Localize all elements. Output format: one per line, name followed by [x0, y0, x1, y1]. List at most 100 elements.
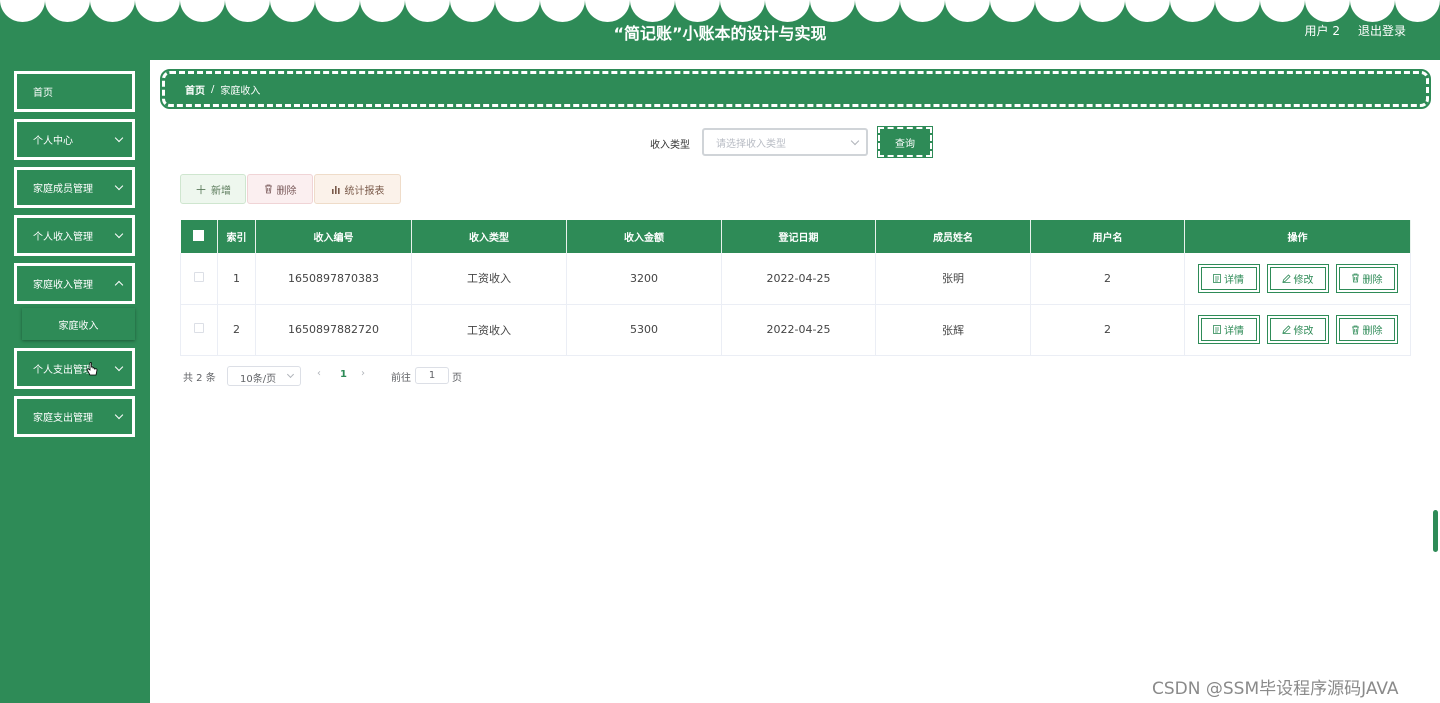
header-income-amount: 收入金额: [566, 220, 722, 253]
sidebar-item-label: 个人收入管理: [33, 232, 93, 243]
edit-button[interactable]: 修改: [1266, 315, 1329, 344]
delete-label: 删除: [1362, 326, 1383, 337]
sidebar-item-family-income-mgmt[interactable]: 家庭收入管理: [14, 263, 135, 304]
delete-button[interactable]: 删除: [1335, 263, 1398, 293]
header-scallop: [90, 0, 135, 22]
delete-button[interactable]: 删除: [1335, 315, 1398, 344]
header-scallop: [900, 0, 945, 22]
scroll-indicator[interactable]: [1433, 510, 1438, 552]
header-scallop: [225, 0, 270, 22]
stats-report-button[interactable]: 统计报表: [314, 174, 401, 204]
chevron-down-icon: [114, 362, 124, 372]
next-page-button[interactable]: ›: [361, 368, 365, 379]
pencil-icon: [1281, 274, 1291, 283]
header-scallop: [1170, 0, 1215, 22]
chevron-up-icon: [114, 280, 124, 290]
stats-button-label: 统计报表: [344, 185, 385, 197]
income-type-select[interactable]: 请选择收入类型: [702, 128, 868, 156]
cell-income-type: 工资收入: [411, 304, 567, 356]
header-income-code: 收入编号: [255, 220, 412, 253]
row-select-cell: [180, 253, 218, 305]
detail-label: 详情: [1224, 326, 1244, 337]
header-scallop: [720, 0, 765, 22]
header-scallop: [1350, 0, 1395, 22]
header-scallop: [495, 0, 540, 22]
sidebar-item-personal-expense-mgmt[interactable]: 个人支出管理: [14, 348, 135, 389]
header-scallop: [180, 0, 225, 22]
pencil-icon: [1281, 325, 1291, 334]
query-button[interactable]: 查询: [877, 126, 933, 158]
sidebar-item-label: 个人支出管理: [33, 365, 93, 376]
query-button-label: 查询: [895, 138, 915, 150]
batch-delete-button[interactable]: 删除: [247, 174, 313, 204]
cell-register-date: 2022-04-25: [721, 253, 876, 305]
hand-cursor-icon: [86, 362, 98, 376]
cell-member-name: 张明: [875, 253, 1031, 305]
logout-link[interactable]: 退出登录: [1358, 22, 1406, 39]
select-all-checkbox[interactable]: [193, 229, 205, 241]
detail-button[interactable]: 详情: [1197, 315, 1260, 344]
table-row: 1 1650897870383 工资收入 3200 2022-04-25 张明 …: [180, 253, 1411, 305]
bar-chart-icon: [331, 185, 340, 194]
sidebar-item-personal-center[interactable]: 个人中心: [14, 119, 135, 160]
header-member-name: 成员姓名: [875, 220, 1031, 253]
header-scallop: [0, 0, 45, 22]
sidebar-item-family-member-mgmt[interactable]: 家庭成员管理: [14, 167, 135, 208]
document-icon: [1213, 325, 1221, 334]
edit-label: 修改: [1293, 274, 1314, 286]
cell-username: 2: [1030, 304, 1185, 356]
income-table: 索引 收入编号 收入类型 收入金额 登记日期 成员姓名 用户名 操作 1 165…: [180, 220, 1411, 356]
cell-register-date: 2022-04-25: [721, 304, 876, 356]
chevron-down-icon: [114, 133, 124, 143]
row-checkbox[interactable]: [194, 323, 204, 333]
sidebar-subitem-label: 家庭收入: [58, 320, 99, 332]
sidebar-item-label: 首页: [33, 88, 53, 99]
header-scallop: [945, 0, 990, 22]
sidebar-item-label: 家庭成员管理: [33, 184, 93, 195]
detail-button[interactable]: 详情: [1197, 263, 1260, 293]
cell-operations: 详情 修改 删除: [1184, 253, 1411, 305]
header-scallop: [405, 0, 450, 22]
current-user[interactable]: 用户 2: [1305, 22, 1340, 39]
trash-icon: [1351, 273, 1359, 283]
goto-label: 前往: [391, 373, 411, 384]
add-button-label: 新增: [211, 185, 231, 197]
delete-label: 删除: [1362, 274, 1383, 286]
cell-income-code: 1650897882720: [255, 304, 412, 356]
header-income-type: 收入类型: [411, 220, 567, 253]
header-scallop: [585, 0, 630, 22]
header-scallop: [270, 0, 315, 22]
sidebar-item-label: 个人中心: [33, 136, 73, 147]
sidebar-item-label: 家庭收入管理: [33, 280, 93, 291]
header-scallop: [855, 0, 900, 22]
page-size-select[interactable]: 10条/页: [227, 366, 301, 386]
breadcrumb-current: 家庭收入: [220, 85, 261, 97]
page-suffix: 页: [452, 373, 462, 384]
cell-member-name: 张辉: [875, 304, 1031, 356]
prev-page-button[interactable]: ‹: [317, 368, 321, 379]
chevron-down-icon: [286, 370, 295, 379]
edit-button[interactable]: 修改: [1266, 263, 1329, 293]
goto-page-input[interactable]: 1: [415, 367, 449, 384]
watermark: CSDN @SSM毕设程序源码JAVA: [1152, 679, 1399, 699]
header-scallop: [135, 0, 180, 22]
row-checkbox[interactable]: [194, 271, 204, 282]
header-scallop-decoration: [0, 0, 1440, 22]
breadcrumb-separator: /: [211, 83, 215, 95]
sidebar-item-label: 家庭支出管理: [33, 413, 93, 424]
trash-icon: [264, 184, 272, 194]
plus-icon: ＋: [194, 182, 207, 197]
app-title: “简记账”小账本的设计与实现: [613, 24, 827, 43]
trash-icon: [1351, 325, 1359, 334]
header-scallop: [1395, 0, 1440, 22]
breadcrumb-home[interactable]: 首页: [185, 82, 205, 97]
header-scallop: [1305, 0, 1350, 22]
sidebar-item-home[interactable]: 首页: [14, 71, 135, 112]
sidebar-item-family-expense-mgmt[interactable]: 家庭支出管理: [14, 396, 135, 437]
header-scallop: [990, 0, 1035, 22]
add-button[interactable]: ＋ 新增: [180, 174, 246, 204]
page-number-1[interactable]: 1: [340, 369, 347, 380]
header-scallop: [630, 0, 675, 22]
sidebar-subitem-family-income[interactable]: 家庭收入: [22, 308, 135, 340]
sidebar-item-personal-income-mgmt[interactable]: 个人收入管理: [14, 215, 135, 256]
